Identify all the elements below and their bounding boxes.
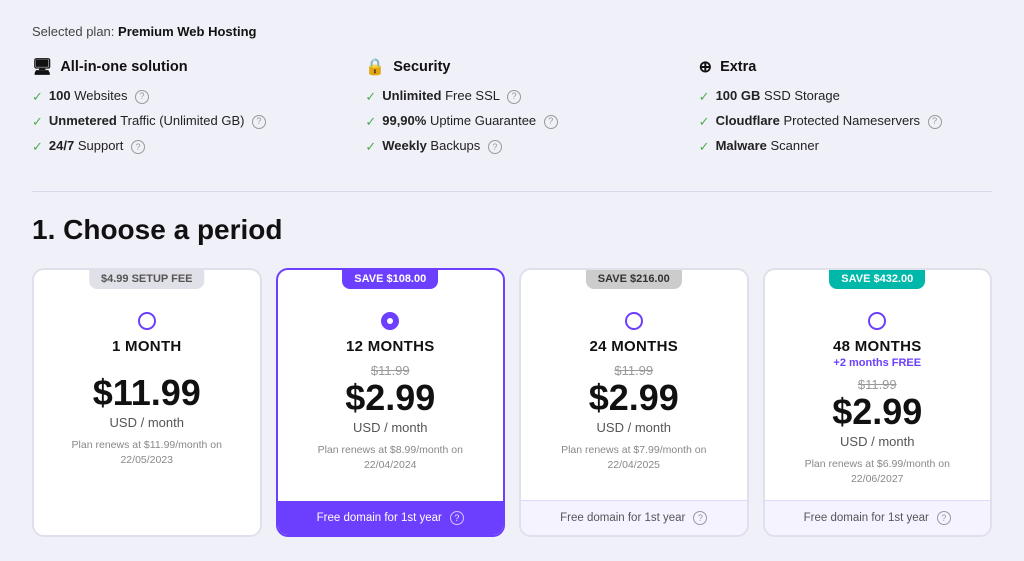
check-icon: ✓	[32, 88, 43, 106]
plan-original-price-48months: $11.99	[858, 377, 897, 392]
features-row: 🖥 All-in-one solution ✓ 100 Websites ? ✓…	[32, 57, 992, 163]
plan-card-48months[interactable]: SAVE $432.00 48 MONTHS +2 months FREE $1…	[763, 268, 993, 538]
help-icon-1-2[interactable]: ?	[488, 140, 502, 154]
plan-price-1month: $11.99	[93, 375, 201, 411]
plan-currency-12months: USD / month	[353, 420, 427, 435]
plan-card-24months[interactable]: SAVE $216.00 24 MONTHS $11.99 $2.99 USD …	[519, 268, 749, 538]
plan-badge-12months: SAVE $108.00	[342, 269, 438, 289]
free-domain-help-24months[interactable]: ?	[693, 511, 707, 525]
plan-original-price-24months: $11.99	[614, 363, 653, 378]
section-title: 1. Choose a period	[32, 214, 992, 246]
section-divider	[32, 191, 992, 192]
plan-footer-24months: Free domain for 1st year ?	[521, 500, 747, 535]
plan-period-48months: 48 MONTHS	[833, 338, 922, 355]
plan-currency-48months: USD / month	[840, 434, 914, 449]
plan-badge-24months: SAVE $216.00	[586, 269, 682, 289]
check-icon: ✓	[699, 88, 710, 106]
plan-body-12months: 12 MONTHS $11.99 $2.99 USD / month Plan …	[278, 270, 504, 502]
plan-radio-24months[interactable]	[625, 312, 643, 330]
check-icon: ✓	[699, 138, 710, 156]
plan-card-12months[interactable]: SAVE $108.00 12 MONTHS $11.99 $2.99 USD …	[276, 268, 506, 538]
feature-col-allinone: 🖥 All-in-one solution ✓ 100 Websites ? ✓…	[32, 57, 325, 163]
plan-radio-12months[interactable]	[381, 312, 399, 330]
feature-col-security: 🔒 Security ✓ Unlimited Free SSL ? ✓ 99,9…	[365, 57, 658, 163]
plan-badge-1month: $4.99 SETUP FEE	[89, 269, 205, 289]
free-domain-label-48months: Free domain for 1st year	[804, 512, 929, 524]
feature-title-security: 🔒 Security	[365, 57, 658, 77]
plan-badge-48months: SAVE $432.00	[829, 269, 925, 289]
help-icon-0-2[interactable]: ?	[131, 140, 145, 154]
plan-renews-24months: Plan renews at $7.99/month on 22/04/2025	[537, 443, 731, 475]
check-icon: ✓	[365, 113, 376, 131]
feature-col-extra: ⊕ Extra ✓ 100 GB SSD Storage ✓ Cloudflar…	[699, 57, 992, 163]
plan-footer-12months: Free domain for 1st year ?	[278, 501, 504, 535]
feature-item-1-0: ✓ Unlimited Free SSL ?	[365, 87, 658, 106]
plan-period-24months: 24 MONTHS	[589, 338, 678, 355]
help-icon-0-1[interactable]: ?	[252, 115, 266, 129]
check-icon: ✓	[699, 113, 710, 131]
plan-footer-48months: Free domain for 1st year ?	[765, 500, 991, 535]
feature-item-1-2: ✓ Weekly Backups ?	[365, 137, 658, 156]
selected-plan-name: Premium Web Hosting	[118, 24, 256, 39]
feature-item-2-0: ✓ 100 GB SSD Storage	[699, 87, 992, 106]
allinone-icon: 🖥	[32, 57, 52, 77]
feature-title-extra: ⊕ Extra	[699, 57, 992, 77]
feature-title-allinone: 🖥 All-in-one solution	[32, 57, 325, 77]
plan-price-48months: $2.99	[832, 394, 922, 430]
plan-period-12months: 12 MONTHS	[346, 338, 435, 355]
check-icon: ✓	[32, 138, 43, 156]
plan-body-48months: 48 MONTHS +2 months FREE $11.99 $2.99 US…	[765, 270, 991, 501]
free-domain-help-48months[interactable]: ?	[937, 511, 951, 525]
check-icon: ✓	[32, 113, 43, 131]
plan-currency-24months: USD / month	[597, 420, 671, 435]
plan-price-12months: $2.99	[345, 380, 435, 416]
plan-currency-1month: USD / month	[110, 415, 184, 430]
feature-item-0-0: ✓ 100 Websites ?	[32, 87, 325, 106]
plan-original-price-12months: $11.99	[371, 363, 410, 378]
plans-row: $4.99 SETUP FEE 1 MONTH $11.99 USD / mon…	[32, 268, 992, 538]
feature-item-2-1: ✓ Cloudflare Protected Nameservers ?	[699, 112, 992, 131]
help-icon-1-0[interactable]: ?	[507, 90, 521, 104]
help-icon-2-1[interactable]: ?	[928, 115, 942, 129]
help-icon-1-1[interactable]: ?	[544, 115, 558, 129]
plan-body-24months: 24 MONTHS $11.99 $2.99 USD / month Plan …	[521, 270, 747, 501]
extra-title: Extra	[720, 59, 756, 75]
plan-price-24months: $2.99	[589, 380, 679, 416]
check-icon: ✓	[365, 88, 376, 106]
plan-renews-48months: Plan renews at $6.99/month on 22/06/2027	[781, 457, 975, 489]
feature-item-0-2: ✓ 24/7 Support ?	[32, 137, 325, 156]
help-icon-0-0[interactable]: ?	[135, 90, 149, 104]
free-domain-label-12months: Free domain for 1st year	[317, 512, 442, 524]
free-domain-help-12months[interactable]: ?	[450, 511, 464, 525]
plan-period-1month: 1 MONTH	[112, 338, 182, 355]
feature-item-2-2: ✓ Malware Scanner	[699, 137, 992, 156]
free-domain-label-24months: Free domain for 1st year	[560, 512, 685, 524]
feature-item-1-1: ✓ 99,90% Uptime Guarantee ?	[365, 112, 658, 131]
check-icon: ✓	[365, 138, 376, 156]
extra-icon: ⊕	[699, 57, 712, 77]
plan-renews-12months: Plan renews at $8.99/month on 22/04/2024	[294, 443, 488, 475]
selected-plan-label: Selected plan:	[32, 24, 114, 39]
plan-renews-1month: Plan renews at $11.99/month on 22/05/202…	[50, 438, 244, 470]
plan-radio-1month[interactable]	[138, 312, 156, 330]
allinone-title: All-in-one solution	[60, 59, 187, 75]
feature-item-0-1: ✓ Unmetered Traffic (Unlimited GB) ?	[32, 112, 325, 131]
plan-period-extra-48months: +2 months FREE	[833, 357, 921, 369]
plan-card-1month[interactable]: $4.99 SETUP FEE 1 MONTH $11.99 USD / mon…	[32, 268, 262, 538]
security-title: Security	[393, 59, 450, 75]
security-icon: 🔒	[365, 57, 385, 77]
selected-plan-bar: Selected plan: Premium Web Hosting	[32, 24, 992, 39]
plan-radio-48months[interactable]	[868, 312, 886, 330]
plan-body-1month: 1 MONTH $11.99 USD / month Plan renews a…	[34, 270, 260, 496]
